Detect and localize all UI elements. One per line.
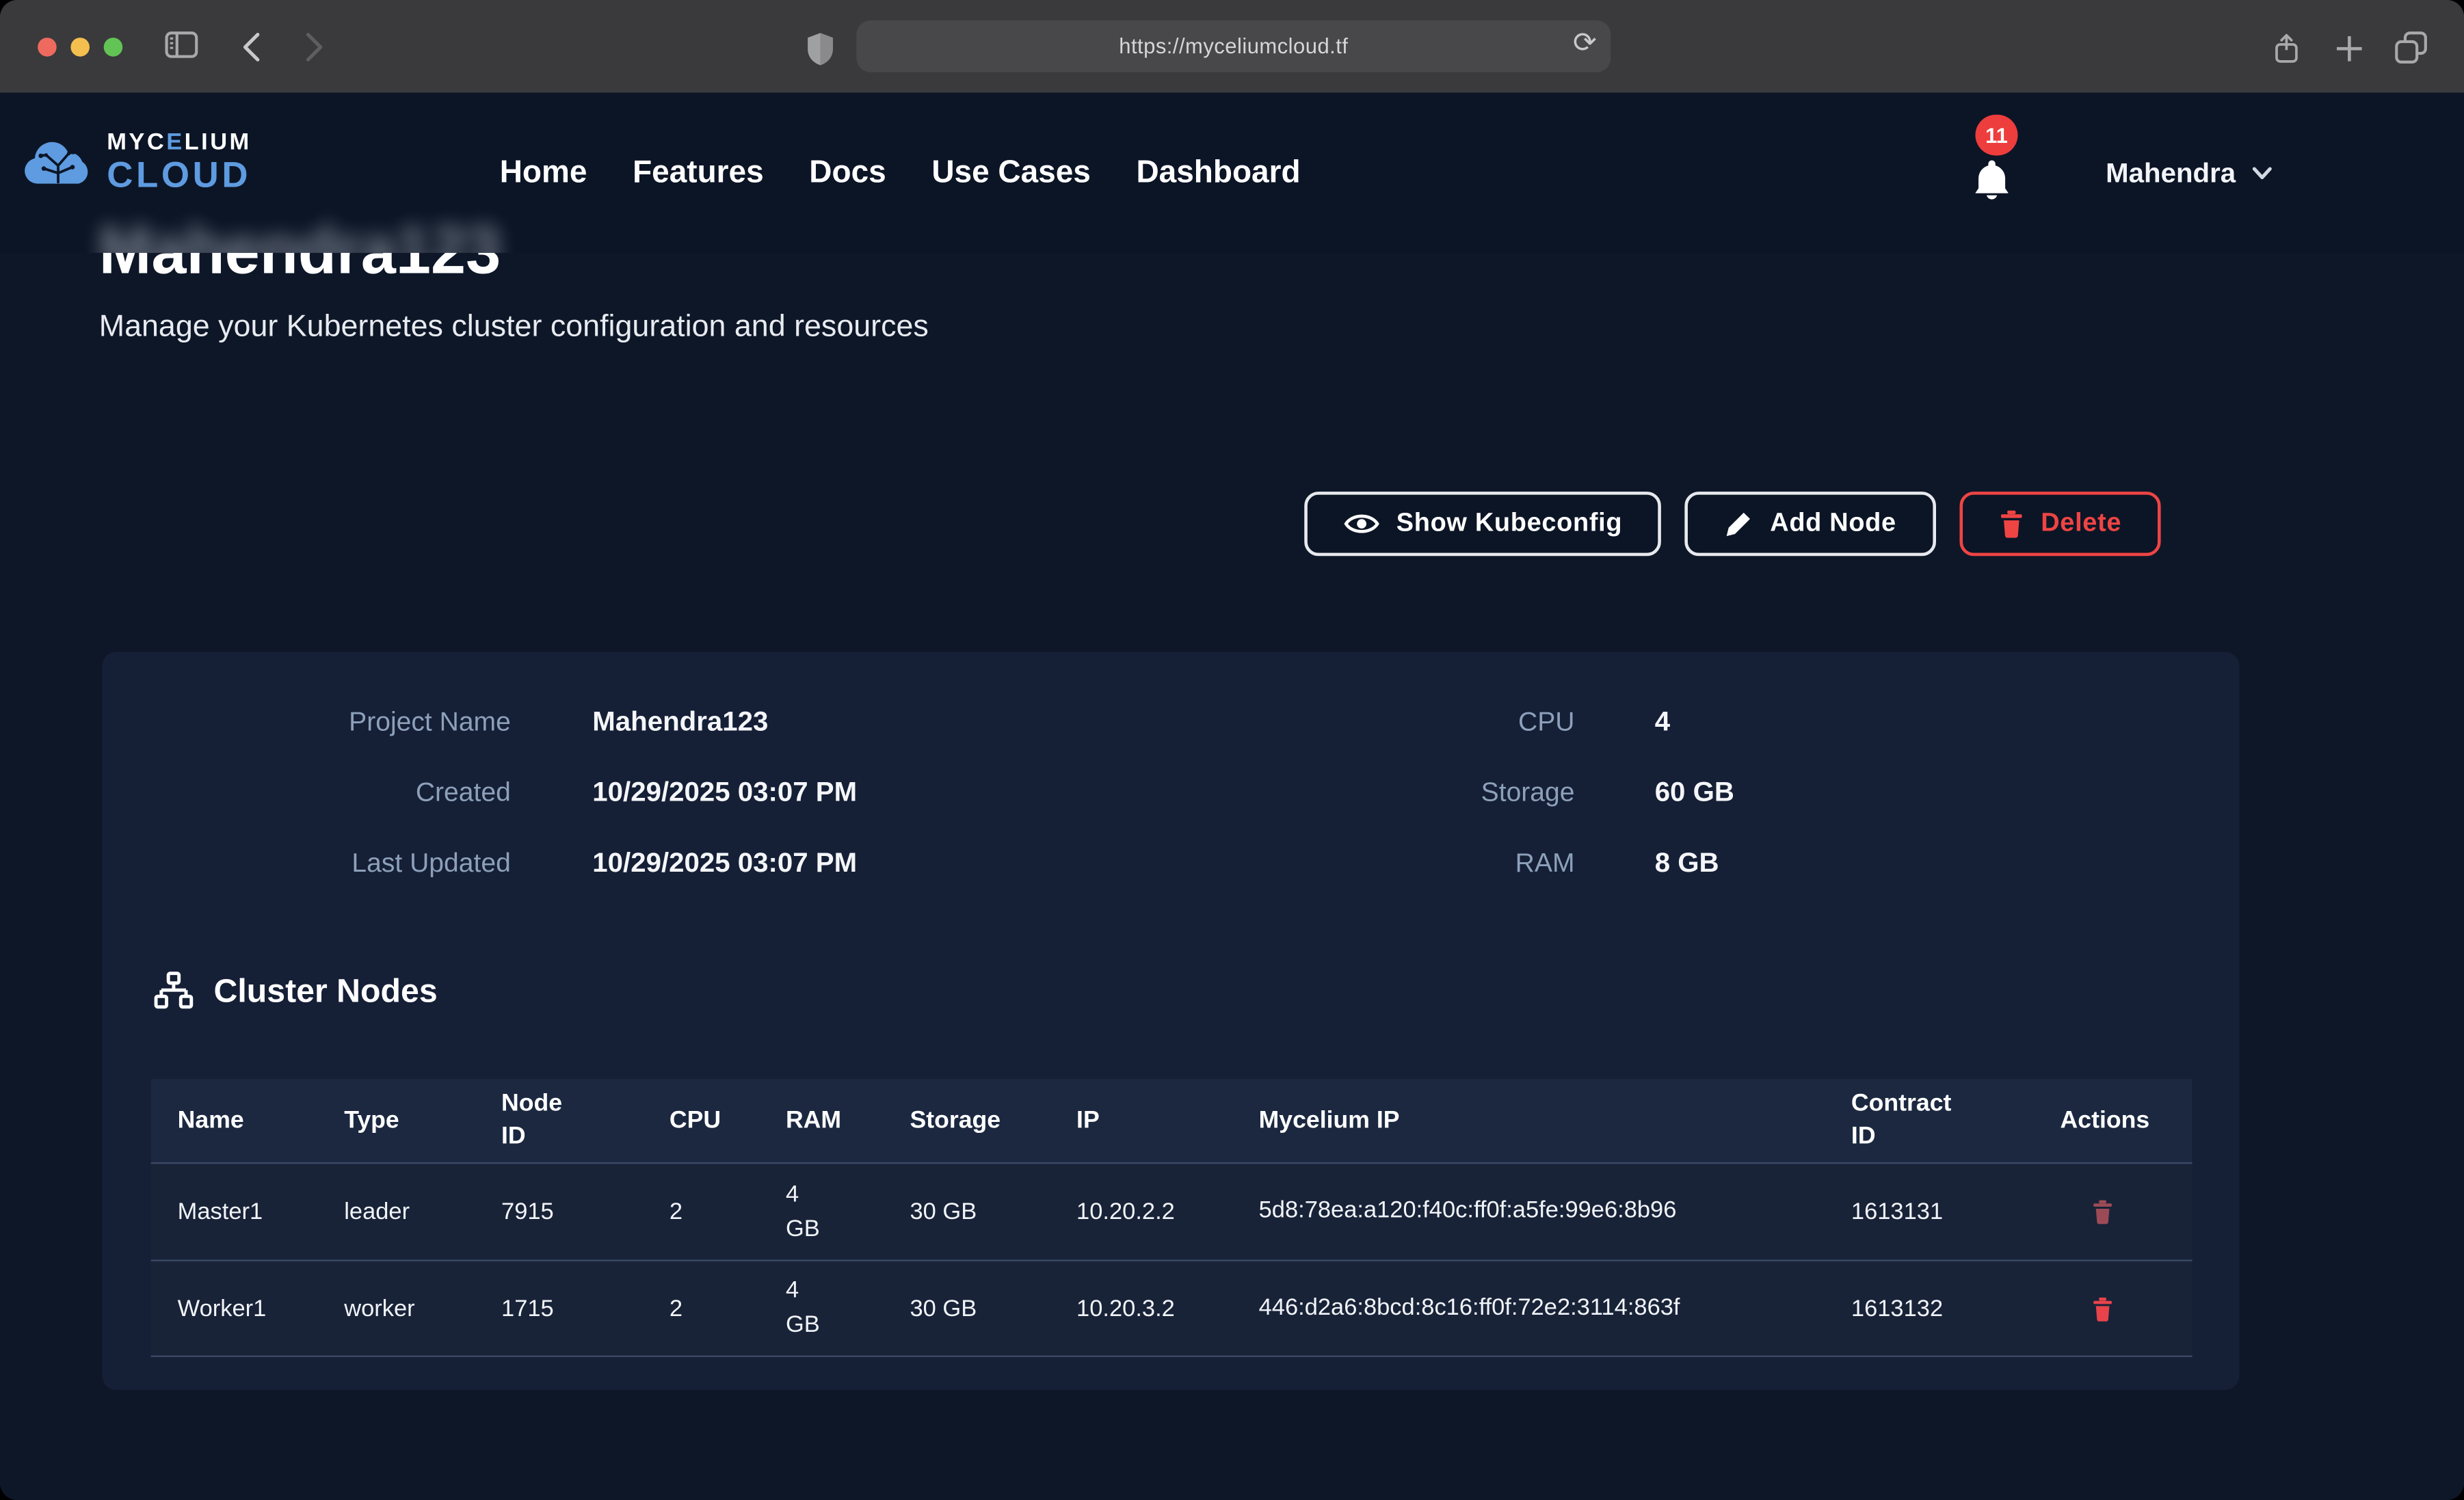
cell-ip: 10.20.3.2 <box>1076 1261 1259 1356</box>
share-icon[interactable] <box>2273 31 2301 66</box>
browser-chrome: https://myceliumcloud.tf ⟳ <box>0 0 2464 93</box>
col-contract-id: Contract ID <box>1851 1079 2061 1162</box>
notifications-button[interactable]: 11 <box>1961 93 2056 253</box>
ram-value: 8 GB <box>1655 846 1719 879</box>
nav-item-docs[interactable]: Docs <box>809 155 886 191</box>
show-kubeconfig-label: Show Kubeconfig <box>1396 509 1623 539</box>
page-subtitle: Manage your Kubernetes cluster configura… <box>99 310 929 346</box>
project-name-value: Mahendra123 <box>592 706 768 738</box>
cpu-value: 4 <box>1655 706 1670 738</box>
created-value: 10/29/2025 03:07 PM <box>592 776 857 809</box>
last-updated-label: Last Updated <box>102 847 510 879</box>
storage-label: Storage <box>1213 777 1575 808</box>
delete-node-icon[interactable] <box>2092 1198 2114 1225</box>
project-name-label: Project Name <box>102 706 510 738</box>
cluster-nodes-icon <box>153 971 195 1013</box>
project-card: Project Name Mahendra123 Created 10/29/2… <box>102 652 2239 1390</box>
cell-name: Master1 <box>151 1164 345 1259</box>
add-node-button[interactable]: Add Node <box>1685 492 1935 556</box>
delete-cluster-button[interactable]: Delete <box>1959 492 2161 556</box>
table-row: Master1 leader 7915 2 4 GB 30 GB 10.20.2… <box>151 1162 2193 1259</box>
nav-links: Home Features Docs Use Cases Dashboard <box>500 93 1301 253</box>
last-updated-value: 10/29/2025 03:07 PM <box>592 846 857 879</box>
col-node-id: Node ID <box>501 1079 670 1162</box>
notification-count-badge: 11 <box>1975 115 2017 156</box>
eye-icon <box>1343 511 1379 537</box>
delete-label: Delete <box>2041 509 2121 539</box>
logo-wordmark: MYCELIUM CLOUD <box>107 131 251 193</box>
col-storage: Storage <box>910 1079 1076 1162</box>
col-type: Type <box>344 1079 501 1162</box>
cell-storage: 30 GB <box>910 1164 1076 1259</box>
project-info-left: Project Name Mahendra123 Created 10/29/2… <box>102 686 857 898</box>
cell-contract-id: 1613131 <box>1851 1164 2061 1259</box>
cell-mycelium-ip: 446:d2a6:8bcd:8c16:ff0f:72e2:3114:863f <box>1259 1261 1851 1356</box>
site-navbar: Mahendra123 MYCELIUM CLOUD <box>0 93 2464 253</box>
cell-mycelium-ip: 5d8:78ea:a120:f40c:ff0f:a5fe:99e6:8b96 <box>1259 1164 1851 1259</box>
cell-type: leader <box>344 1164 501 1259</box>
cpu-label: CPU <box>1213 706 1575 738</box>
cell-storage: 30 GB <box>910 1261 1076 1356</box>
privacy-shield-icon <box>806 31 834 66</box>
cell-node-id: 7915 <box>501 1164 670 1259</box>
pencil-icon <box>1725 510 1753 538</box>
page-content: Mahendra123 Manage your Kubernetes clust… <box>0 253 2464 1500</box>
minimize-window-button[interactable] <box>70 38 90 57</box>
storage-value: 60 GB <box>1655 776 1734 809</box>
cell-ram: 4 GB <box>786 1261 910 1356</box>
add-node-label: Add Node <box>1770 509 1896 539</box>
page-title-blur: Mahendra123 <box>99 209 501 253</box>
cell-ip: 10.20.2.2 <box>1076 1164 1259 1259</box>
nav-item-dashboard[interactable]: Dashboard <box>1136 155 1300 191</box>
table-header: Name Type Node ID CPU RAM Storage IP Myc… <box>151 1079 2193 1162</box>
screen: https://myceliumcloud.tf ⟳ Mahendra123 <box>0 0 2464 1500</box>
cell-cpu: 2 <box>670 1164 786 1259</box>
site-logo[interactable]: MYCELIUM CLOUD <box>22 131 252 193</box>
delete-node-icon[interactable] <box>2092 1295 2114 1322</box>
user-menu[interactable]: Mahendra <box>2106 93 2272 253</box>
cell-type: worker <box>344 1261 501 1356</box>
fullscreen-window-button[interactable] <box>104 38 123 57</box>
nav-item-home[interactable]: Home <box>500 155 587 191</box>
url-text: https://myceliumcloud.tf <box>1119 35 1348 58</box>
chevron-down-icon <box>2251 165 2272 180</box>
nav-item-use-cases[interactable]: Use Cases <box>931 155 1091 191</box>
cell-node-id: 1715 <box>501 1261 670 1356</box>
tab-overview-icon[interactable] <box>2395 31 2428 64</box>
user-name: Mahendra <box>2106 157 2236 189</box>
mycelium-cloud-logo-icon <box>22 136 94 188</box>
nav-item-features[interactable]: Features <box>633 155 764 191</box>
action-toolbar: Show Kubeconfig Add Node Delete <box>1303 492 2160 556</box>
cell-contract-id: 1613132 <box>1851 1261 2061 1356</box>
cell-ram: 4 GB <box>786 1164 910 1259</box>
back-icon[interactable] <box>241 31 263 63</box>
created-label: Created <box>102 777 510 808</box>
col-ip: IP <box>1076 1079 1259 1162</box>
cell-actions <box>2061 1261 2193 1356</box>
forward-icon[interactable] <box>303 31 325 63</box>
col-cpu: CPU <box>670 1079 786 1162</box>
col-ram: RAM <box>786 1079 910 1162</box>
cluster-nodes-title: Cluster Nodes <box>214 973 438 1010</box>
project-info-right: CPU 4 Storage 60 GB RAM 8 GB <box>1213 686 1734 898</box>
col-mycelium-ip: Mycelium IP <box>1259 1079 1851 1162</box>
bell-icon <box>1971 157 2013 203</box>
address-bar[interactable]: https://myceliumcloud.tf ⟳ <box>856 21 1611 72</box>
close-window-button[interactable] <box>38 38 57 57</box>
cluster-nodes-table: Name Type Node ID CPU RAM Storage IP Myc… <box>151 1079 2193 1357</box>
cell-actions <box>2061 1164 2193 1259</box>
table-row: Worker1 worker 1715 2 4 GB 30 GB 10.20.3… <box>151 1260 2193 1357</box>
trash-icon <box>1998 509 2024 539</box>
sidebar-toggle-icon[interactable] <box>165 31 198 58</box>
cluster-nodes-heading: Cluster Nodes <box>153 971 438 1013</box>
browser-window: https://myceliumcloud.tf ⟳ Mahendra123 <box>0 0 2464 1500</box>
show-kubeconfig-button[interactable]: Show Kubeconfig <box>1303 492 1662 556</box>
reload-icon[interactable]: ⟳ <box>1573 27 1597 59</box>
col-name: Name <box>151 1079 345 1162</box>
col-actions: Actions <box>2061 1079 2193 1162</box>
ram-label: RAM <box>1213 847 1575 879</box>
cell-cpu: 2 <box>670 1261 786 1356</box>
cell-name: Worker1 <box>151 1261 345 1356</box>
new-tab-icon[interactable] <box>2337 36 2362 62</box>
